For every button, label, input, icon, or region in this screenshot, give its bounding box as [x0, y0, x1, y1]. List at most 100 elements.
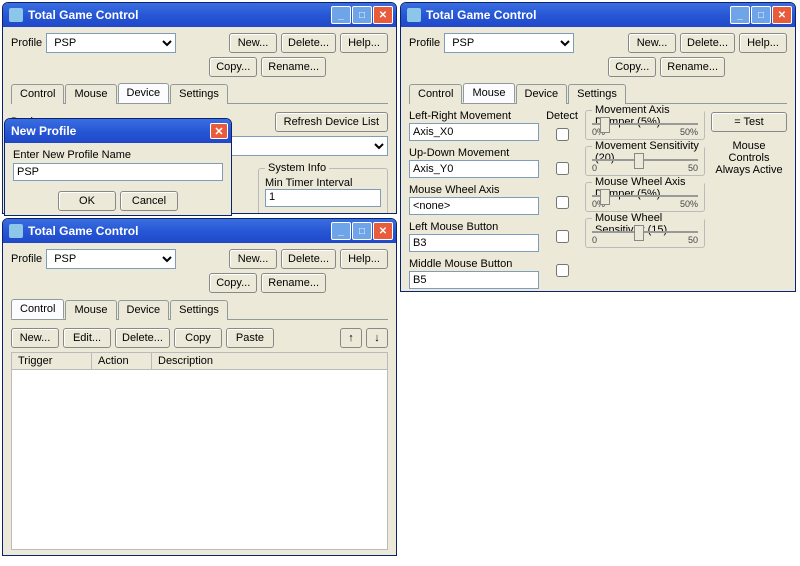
wheel-label: Mouse Wheel Axis [409, 184, 514, 196]
tab-control[interactable]: Control [409, 84, 462, 104]
tabs: Control Mouse Device Settings [409, 83, 787, 104]
tab-control[interactable]: Control [11, 299, 64, 319]
profile-label: Profile [11, 253, 42, 265]
help-button[interactable]: Help... [340, 249, 388, 269]
profile-select[interactable]: PSP [444, 33, 574, 53]
min-timer-label: Min Timer Interval [265, 177, 381, 189]
app-icon [9, 224, 23, 238]
mmb-field[interactable] [409, 271, 539, 289]
control-paste-button[interactable]: Paste [226, 328, 274, 348]
cancel-button[interactable]: Cancel [120, 191, 178, 211]
new-button[interactable]: New... [628, 33, 676, 53]
help-button[interactable]: Help... [340, 33, 388, 53]
lmb-field[interactable] [409, 234, 539, 252]
delete-button[interactable]: Delete... [281, 33, 336, 53]
window-title: Total Game Control [28, 8, 331, 22]
tab-mouse[interactable]: Mouse [463, 83, 514, 103]
maximize-button[interactable]: □ [352, 222, 372, 240]
titlebar[interactable]: Total Game Control _ □ ✕ [3, 219, 396, 243]
minimize-button[interactable]: _ [331, 222, 351, 240]
new-button[interactable]: New... [229, 33, 277, 53]
wheel-field[interactable] [409, 197, 539, 215]
min-timer-value: 1 [265, 189, 381, 207]
delete-button[interactable]: Delete... [281, 249, 336, 269]
minimize-button[interactable]: _ [730, 6, 750, 24]
tab-device[interactable]: Device [516, 84, 568, 104]
copy-button[interactable]: Copy... [608, 57, 656, 77]
maximize-button[interactable]: □ [751, 6, 771, 24]
control-list-header: Trigger Action Description [11, 352, 388, 370]
sensitivity-slider[interactable] [592, 159, 698, 161]
detect-lmb-checkbox[interactable] [556, 230, 569, 243]
tab-device[interactable]: Device [118, 83, 170, 103]
detect-ud-checkbox[interactable] [556, 162, 569, 175]
window-title: Total Game Control [426, 8, 730, 22]
col-trigger[interactable]: Trigger [12, 353, 92, 369]
test-button[interactable]: = Test [711, 112, 787, 132]
minimize-button[interactable]: _ [331, 6, 351, 24]
wheel-damper-slider[interactable] [592, 195, 698, 197]
copy-button[interactable]: Copy... [209, 57, 257, 77]
app-icon [9, 8, 23, 22]
window-title: Total Game Control [28, 224, 331, 238]
new-button[interactable]: New... [229, 249, 277, 269]
move-up-button[interactable]: ↑ [340, 328, 362, 348]
tab-settings[interactable]: Settings [568, 84, 626, 104]
refresh-device-button[interactable]: Refresh Device List [275, 112, 388, 132]
max-timer-label: Max Timer Interval [265, 213, 381, 214]
always-active-label: Mouse Controls Always Active [711, 140, 787, 176]
close-button[interactable]: ✕ [772, 6, 792, 24]
help-button[interactable]: Help... [739, 33, 787, 53]
titlebar[interactable]: Total Game Control _ □ ✕ [401, 3, 795, 27]
rename-button[interactable]: Rename... [261, 273, 326, 293]
detect-lr-checkbox[interactable] [556, 128, 569, 141]
detect-wheel-checkbox[interactable] [556, 196, 569, 209]
tab-mouse[interactable]: Mouse [65, 84, 116, 104]
dialog-close-button[interactable]: ✕ [210, 123, 228, 139]
window-mouse: Total Game Control _ □ ✕ Profile PSP New… [400, 2, 796, 292]
detect-mmb-checkbox[interactable] [556, 264, 569, 277]
profile-select[interactable]: PSP [46, 33, 176, 53]
dialog-title: New Profile [11, 124, 210, 138]
mmb-label: Middle Mouse Button [409, 258, 514, 270]
app-icon [407, 8, 421, 22]
tab-device[interactable]: Device [118, 300, 170, 320]
rename-button[interactable]: Rename... [660, 57, 725, 77]
damper-slider[interactable] [592, 123, 698, 125]
control-list[interactable] [11, 370, 388, 550]
window-control: Total Game Control _ □ ✕ Profile PSP New… [2, 218, 397, 556]
dialog-titlebar[interactable]: New Profile ✕ [5, 119, 231, 143]
rename-button[interactable]: Rename... [261, 57, 326, 77]
tab-settings[interactable]: Settings [170, 84, 228, 104]
move-down-button[interactable]: ↓ [366, 328, 388, 348]
lr-field[interactable] [409, 123, 539, 141]
profile-label: Profile [11, 37, 42, 49]
close-button[interactable]: ✕ [373, 6, 393, 24]
control-new-button[interactable]: New... [11, 328, 59, 348]
profile-name-input[interactable] [13, 163, 223, 181]
col-action[interactable]: Action [92, 353, 152, 369]
ok-button[interactable]: OK [58, 191, 116, 211]
tabs: Control Mouse Device Settings [11, 299, 388, 320]
control-edit-button[interactable]: Edit... [63, 328, 111, 348]
tab-control[interactable]: Control [11, 84, 64, 104]
new-profile-dialog: New Profile ✕ Enter New Profile Name OK … [4, 118, 232, 216]
tabs: Control Mouse Device Settings [11, 83, 388, 104]
close-button[interactable]: ✕ [373, 222, 393, 240]
tab-mouse[interactable]: Mouse [65, 300, 116, 320]
titlebar[interactable]: Total Game Control _ □ ✕ [3, 3, 396, 27]
lr-label: Left-Right Movement [409, 110, 514, 122]
profile-label: Profile [409, 37, 440, 49]
control-delete-button[interactable]: Delete... [115, 328, 170, 348]
delete-button[interactable]: Delete... [680, 33, 735, 53]
control-copy-button[interactable]: Copy [174, 328, 222, 348]
maximize-button[interactable]: □ [352, 6, 372, 24]
ud-label: Up-Down Movement [409, 147, 514, 159]
profile-select[interactable]: PSP [46, 249, 176, 269]
col-description[interactable]: Description [152, 353, 387, 369]
ud-field[interactable] [409, 160, 539, 178]
wheel-sens-slider[interactable] [592, 231, 698, 233]
profile-prompt: Enter New Profile Name [13, 149, 223, 161]
copy-button[interactable]: Copy... [209, 273, 257, 293]
tab-settings[interactable]: Settings [170, 300, 228, 320]
